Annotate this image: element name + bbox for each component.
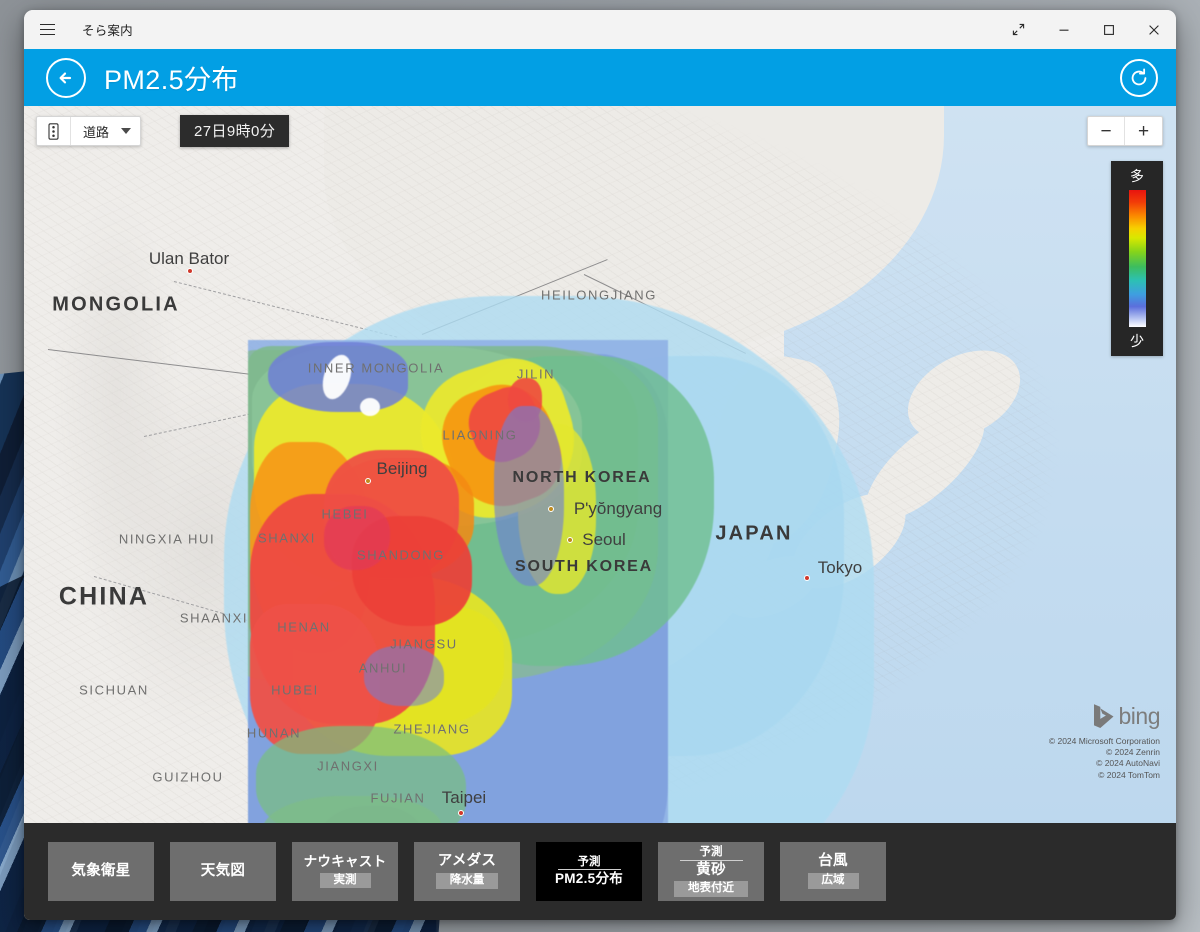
plume-fringe-violet-east — [494, 406, 564, 586]
copyright-line: © 2024 AutoNavi — [1096, 758, 1160, 769]
tab-top-label: 予測 — [557, 856, 621, 871]
map-type-value: 道路 — [83, 124, 110, 140]
tab-item-3[interactable]: アメダス 降水量 — [414, 842, 520, 901]
tab-item-6[interactable]: 台風 広域 — [780, 842, 886, 901]
tab-top-label: 予測 — [679, 846, 743, 861]
app-window: そら案内 PM2.5分布 MONGOLIA CHINA JAPAN NORTH … — [24, 10, 1176, 920]
bing-logo[interactable]: bing — [1049, 702, 1161, 730]
map-zoom-controls: − + — [1087, 116, 1163, 146]
tab-main-label: 天気図 — [200, 862, 246, 879]
bottom-tab-bar: 気象衛星 天気図 ナウキャスト 実測 アメダス 降水量 予測 PM2.5分布 予測 黄砂 地表付近台… — [24, 823, 1176, 920]
app-title: そら案内 — [82, 24, 133, 38]
tab-main-label: ナウキャスト — [303, 853, 387, 869]
map-attribution: bing © 2024 Microsoft Corporation © 2024 … — [1049, 702, 1161, 782]
plume-white-hole-2 — [360, 398, 380, 416]
pm25-concentration-overlay — [24, 106, 1176, 823]
zoom-out-button[interactable]: − — [1088, 117, 1125, 145]
legend-low-label: 少 — [1130, 333, 1144, 349]
tab-pm25-active[interactable]: 予測 PM2.5分布 — [536, 842, 642, 901]
plume-core-red-deep — [324, 506, 390, 570]
tab-main-label: 台風 — [818, 853, 848, 870]
copyright-lines: © 2024 Microsoft Corporation © 2024 Zenri… — [1049, 736, 1160, 782]
layers-list-icon[interactable] — [37, 117, 71, 145]
plume-fringe-violet-south-2 — [364, 646, 444, 706]
tab-main-label: 気象衛星 — [71, 862, 131, 879]
tab-item-1[interactable]: 天気図 — [170, 842, 276, 901]
map-canvas[interactable]: MONGOLIA CHINA JAPAN NORTH KOREA SOUTH KOREA… — [24, 106, 1176, 823]
chevron-down-icon — [121, 128, 132, 134]
window-controls — [996, 10, 1176, 49]
map-type-select[interactable]: 道路 — [71, 117, 140, 145]
minimize-icon[interactable] — [1041, 10, 1086, 49]
copyright-line: © 2024 Microsoft Corporation — [1048, 735, 1160, 746]
tab-sub-label: 広域 — [807, 873, 859, 889]
page-title: PM2.5分布 — [104, 65, 239, 95]
city-dot-taipei — [458, 810, 464, 816]
bing-logo-icon — [1093, 704, 1114, 728]
fullscreen-icon[interactable] — [996, 10, 1041, 49]
back-arrow-circle-icon[interactable] — [46, 57, 86, 98]
zoom-in-button[interactable]: + — [1125, 117, 1162, 145]
tab-main-label: 黄砂 — [696, 861, 726, 878]
app-header-bar: PM2.5分布 — [24, 49, 1176, 106]
city-dot-beijing — [365, 478, 371, 484]
legend-gradient-bar — [1128, 190, 1146, 327]
tab-main-label: アメダス — [437, 853, 497, 870]
tab-item-5[interactable]: 予測 黄砂 地表付近 — [658, 842, 764, 901]
city-dot-seoul — [567, 537, 573, 543]
copyright-line: © 2024 TomTom — [1098, 769, 1160, 780]
tab-main-label: PM2.5分布 — [554, 871, 624, 887]
maximize-icon[interactable] — [1086, 10, 1131, 49]
tab-sub-label: 降水量 — [435, 873, 499, 889]
tab-item-2[interactable]: ナウキャスト 実測 — [292, 842, 398, 901]
copyright-line: © 2024 Zenrin — [1106, 746, 1160, 757]
tab-sub-label: 実測 — [319, 872, 371, 889]
city-dot-tokyo — [804, 575, 810, 581]
window-titlebar: そら案内 — [24, 10, 1176, 49]
tab-sub-label: 地表付近 — [674, 881, 748, 898]
city-dot-ulan-bator — [187, 268, 193, 274]
pm25-color-legend: 多 少 — [1111, 161, 1163, 356]
close-icon[interactable] — [1131, 10, 1176, 49]
city-dot-pyongyang — [548, 506, 554, 512]
legend-high-label: 多 — [1130, 168, 1144, 184]
refresh-circle-icon[interactable] — [1120, 58, 1158, 97]
forecast-timestamp-badge: 27日9時0分 — [180, 115, 290, 147]
map-controls-cluster: 道路 — [36, 116, 142, 146]
bing-logo-text: bing — [1118, 702, 1161, 729]
hamburger-menu-icon[interactable] — [24, 10, 70, 49]
tab-item-0[interactable]: 気象衛星 — [48, 842, 154, 901]
